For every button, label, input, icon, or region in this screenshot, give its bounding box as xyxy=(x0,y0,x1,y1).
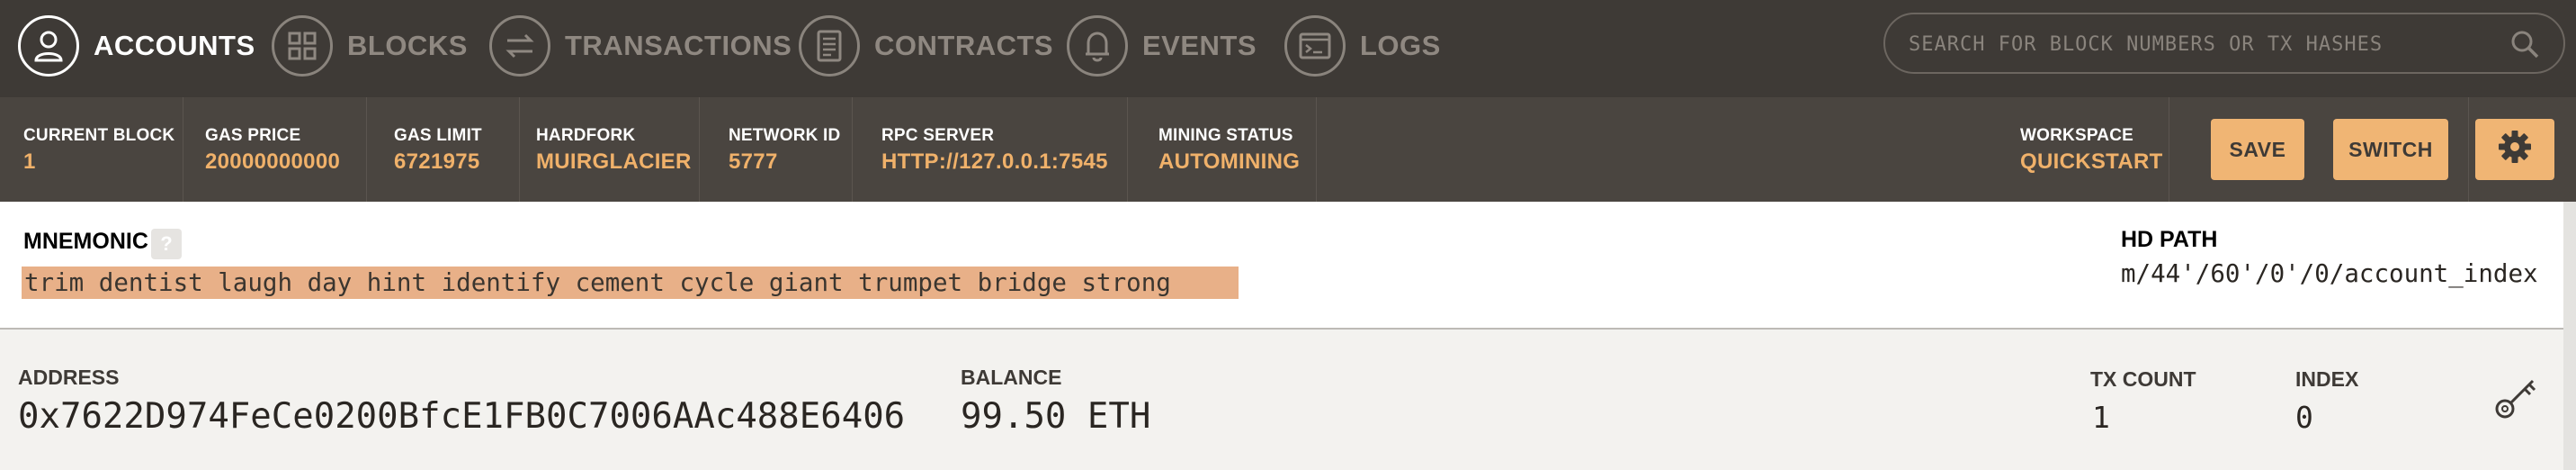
account-icon xyxy=(18,15,79,77)
account-address: 0x7622D974FeCe0200BfcE1FB0C7006AAc488E64… xyxy=(18,396,906,437)
hd-path-value: m/44'/60'/0'/0/account_index xyxy=(2121,259,2538,288)
gear-icon xyxy=(2497,129,2533,170)
search-icon[interactable] xyxy=(2509,29,2540,64)
search-box[interactable] xyxy=(1883,13,2565,74)
help-icon[interactable]: ? xyxy=(151,229,182,259)
tx-count-value: 1 xyxy=(2092,400,2110,435)
nav-logs-label: LOGS xyxy=(1360,30,1441,61)
index-label: INDEX xyxy=(2295,367,2359,391)
address-label: ADDRESS xyxy=(18,366,120,389)
mining-status-label: MINING STATUS xyxy=(1158,126,1293,145)
current-block-value: 1 xyxy=(23,149,36,174)
balance-label: BALANCE xyxy=(961,366,1062,389)
workspace-value: QUICKSTART xyxy=(2020,149,2163,174)
mining-status-stat: MINING STATUS AUTOMINING xyxy=(1128,97,1317,202)
network-id-label: NETWORK ID xyxy=(729,126,841,145)
gas-limit-stat: GAS LIMIT 6721975 xyxy=(367,97,520,202)
nav-blocks-label: BLOCKS xyxy=(347,30,468,61)
blocks-icon xyxy=(272,15,333,77)
mining-status-value: AUTOMINING xyxy=(1158,149,1301,174)
hardfork-label: HARDFORK xyxy=(536,126,636,145)
nav-contracts-label: CONTRACTS xyxy=(874,30,1054,61)
nav-accounts[interactable]: ACCOUNTS xyxy=(18,13,255,79)
mnemonic-title: MNEMONIC xyxy=(23,229,148,254)
top-navigation: ACCOUNTS BLOCKS TRANSACTIONS CONTRACTS E… xyxy=(0,0,2576,97)
nav-transactions-label: TRANSACTIONS xyxy=(565,30,792,61)
rpc-server-value: HTTP://127.0.0.1:7545 xyxy=(881,149,1108,174)
nav-events[interactable]: EVENTS xyxy=(1067,13,1257,79)
divider xyxy=(2468,97,2469,202)
current-block-label: CURRENT BLOCK xyxy=(23,126,175,145)
gas-limit-label: GAS LIMIT xyxy=(394,126,482,145)
rpc-server-stat: RPC SERVER HTTP://127.0.0.1:7545 xyxy=(853,97,1128,202)
network-id-stat: NETWORK ID 5777 xyxy=(700,97,853,202)
nav-blocks[interactable]: BLOCKS xyxy=(272,13,468,79)
terminal-icon xyxy=(1284,15,1346,77)
mnemonic-phrase[interactable]: trim dentist laugh day hint identify cem… xyxy=(22,267,1239,299)
nav-events-label: EVENTS xyxy=(1142,30,1257,61)
bell-icon xyxy=(1067,15,1128,77)
nav-contracts[interactable]: CONTRACTS xyxy=(799,13,1053,79)
scrollbar[interactable] xyxy=(2563,202,2576,470)
rpc-server-label: RPC SERVER xyxy=(881,126,995,145)
gas-price-value: 20000000000 xyxy=(205,149,341,174)
key-icon[interactable] xyxy=(2493,375,2540,426)
status-bar: CURRENT BLOCK 1 GAS PRICE 20000000000 GA… xyxy=(0,97,2576,202)
hd-path-title: HD PATH xyxy=(2121,227,2218,252)
gas-price-stat: GAS PRICE 20000000000 xyxy=(183,97,367,202)
index-value: 0 xyxy=(2295,400,2313,435)
switch-button[interactable]: SWITCH xyxy=(2333,119,2448,180)
hardfork-value: MUIRGLACIER xyxy=(536,149,692,174)
hardfork-stat: HARDFORK MUIRGLACIER xyxy=(520,97,700,202)
search-input[interactable] xyxy=(1907,14,2486,74)
gas-price-label: GAS PRICE xyxy=(205,126,301,145)
tx-count-label: TX COUNT xyxy=(2090,367,2196,391)
nav-accounts-label: ACCOUNTS xyxy=(94,30,255,61)
current-block-stat: CURRENT BLOCK 1 xyxy=(0,97,183,202)
nav-logs[interactable]: LOGS xyxy=(1284,13,1441,79)
settings-button[interactable] xyxy=(2475,119,2554,180)
transactions-icon xyxy=(489,15,550,77)
workspace-stat: WORKSPACE QUICKSTART xyxy=(2020,97,2169,202)
network-id-value: 5777 xyxy=(729,149,778,174)
workspace-label: WORKSPACE xyxy=(2020,126,2134,145)
contracts-icon xyxy=(799,15,860,77)
gas-limit-value: 6721975 xyxy=(394,149,480,174)
nav-transactions[interactable]: TRANSACTIONS xyxy=(489,13,792,79)
save-button[interactable]: SAVE xyxy=(2211,119,2304,180)
account-balance: 99.50 ETH xyxy=(961,396,1151,437)
